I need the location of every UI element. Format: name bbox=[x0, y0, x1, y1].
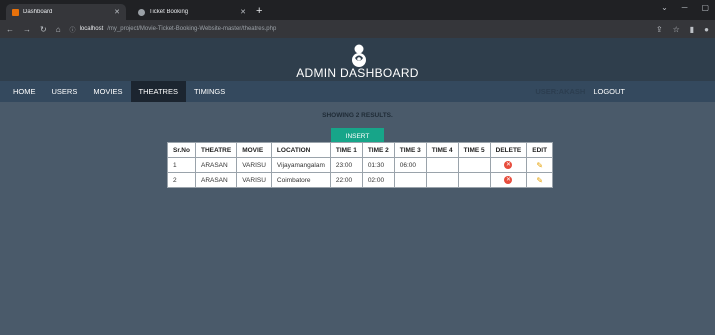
url-path: /my_project/Movie-Ticket-Booking-Website… bbox=[107, 26, 277, 32]
table-row: 1 ARASAN VARISU Vijayamangalam 23:00 01:… bbox=[167, 157, 554, 173]
browser-tab-ticket-booking[interactable]: Ticket Booking ✕ bbox=[132, 4, 252, 20]
cell-movie: VARISU bbox=[236, 172, 272, 188]
nav-user-area: USER:AKASH LOGOUT bbox=[535, 87, 625, 96]
cell-location: Coimbatore bbox=[270, 172, 331, 188]
col-header: DELETE bbox=[489, 142, 528, 158]
table-row: 2 ARASAN VARISU Coimbatore 22:00 02:00 ✕… bbox=[167, 172, 554, 188]
cell-edit: ✎ bbox=[526, 172, 554, 188]
nav-home[interactable]: HOME bbox=[5, 81, 44, 102]
browser-actions: ⇪ ☆ ▮ ● bbox=[656, 25, 709, 34]
edit-pencil-icon[interactable]: ✎ bbox=[536, 176, 543, 185]
browser-tabstrip: Dashboard ✕ Ticket Booking ✕ + ⌄ ─ ▢ bbox=[0, 0, 715, 20]
admin-logo-icon bbox=[352, 44, 366, 67]
cell-srno: 2 bbox=[167, 172, 196, 188]
cell-location: Vijayamangalam bbox=[270, 157, 331, 173]
edit-pencil-icon[interactable]: ✎ bbox=[536, 161, 543, 170]
tab-label: Dashboard bbox=[23, 9, 53, 15]
nav-movies[interactable]: MOVIES bbox=[85, 81, 130, 102]
home-icon[interactable]: ⌂ bbox=[56, 25, 61, 34]
maximize-icon[interactable]: ▢ bbox=[701, 3, 709, 12]
results-count: SHOWING 2 RESULTS. bbox=[322, 112, 393, 119]
col-header: LOCATION bbox=[270, 142, 331, 158]
cell-movie: VARISU bbox=[236, 157, 272, 173]
theatres-table: Sr.No THEATRE MOVIE LOCATION TIME 1 TIME… bbox=[167, 142, 554, 188]
col-header: EDIT bbox=[526, 142, 554, 158]
dashboard-favicon-icon bbox=[12, 8, 19, 16]
reload-icon[interactable]: ↻ bbox=[40, 25, 47, 34]
nav-timings[interactable]: TIMINGS bbox=[186, 81, 233, 102]
logout-link[interactable]: LOGOUT bbox=[593, 87, 625, 96]
delete-icon[interactable]: ✕ bbox=[504, 176, 513, 184]
page: ADMIN DASHBOARD HOME USERS MOVIES THEATR… bbox=[0, 38, 715, 335]
col-header: TIME 2 bbox=[361, 142, 395, 158]
cell-theatre: ARASAN bbox=[194, 172, 238, 188]
col-header: MOVIE bbox=[236, 142, 272, 158]
back-icon[interactable]: ← bbox=[6, 25, 14, 34]
address-bar: ← → ↻ ⌂ ⓘ localhost/my_project/Movie-Tic… bbox=[0, 20, 715, 38]
col-header: TIME 1 bbox=[329, 142, 363, 158]
cell-time5 bbox=[457, 157, 491, 173]
browser-tab-dashboard[interactable]: Dashboard ✕ bbox=[6, 4, 126, 20]
star-icon[interactable]: ☆ bbox=[673, 25, 680, 34]
cell-theatre: ARASAN bbox=[194, 157, 238, 173]
cell-delete: ✕ bbox=[489, 157, 528, 173]
col-header: TIME 5 bbox=[457, 142, 491, 158]
close-icon[interactable]: ✕ bbox=[240, 8, 246, 16]
cell-edit: ✎ bbox=[526, 157, 554, 173]
new-tab-button[interactable]: + bbox=[256, 4, 262, 20]
page-title: ADMIN DASHBOARD bbox=[296, 66, 419, 80]
close-icon[interactable]: ✕ bbox=[114, 8, 120, 16]
table-header-row: Sr.No THEATRE MOVIE LOCATION TIME 1 TIME… bbox=[167, 142, 554, 158]
col-header: THEATRE bbox=[194, 142, 238, 158]
sidebar-icon[interactable]: ▮ bbox=[690, 25, 694, 34]
url-host: localhost bbox=[79, 26, 104, 32]
cell-time3 bbox=[393, 172, 427, 188]
cell-time4 bbox=[425, 157, 459, 173]
tab-label: Ticket Booking bbox=[149, 9, 189, 15]
cell-time2: 02:00 bbox=[361, 172, 395, 188]
cell-time5 bbox=[457, 172, 491, 188]
cell-time2: 01:30 bbox=[361, 157, 395, 173]
cell-delete: ✕ bbox=[489, 172, 528, 188]
current-user: USER:AKASH bbox=[535, 87, 586, 96]
info-icon: ⓘ bbox=[69, 27, 76, 34]
globe-icon bbox=[138, 8, 145, 16]
minimize-icon[interactable]: ─ bbox=[682, 3, 688, 12]
window-controls: ⌄ ─ ▢ bbox=[661, 3, 709, 12]
cell-time1: 22:00 bbox=[329, 172, 363, 188]
col-header: TIME 4 bbox=[425, 142, 459, 158]
profile-icon[interactable]: ● bbox=[704, 25, 709, 34]
nav-users[interactable]: USERS bbox=[44, 81, 86, 102]
delete-icon[interactable]: ✕ bbox=[504, 161, 513, 169]
cell-time3: 06:00 bbox=[393, 157, 427, 173]
chevron-down-icon[interactable]: ⌄ bbox=[661, 3, 668, 12]
col-header: Sr.No bbox=[167, 142, 196, 158]
header: ADMIN DASHBOARD bbox=[0, 38, 715, 81]
cell-srno: 1 bbox=[167, 157, 196, 173]
share-icon[interactable]: ⇪ bbox=[656, 25, 663, 34]
forward-icon[interactable]: → bbox=[23, 25, 31, 34]
nav-theatres[interactable]: THEATRES bbox=[130, 81, 186, 102]
cell-time1: 23:00 bbox=[329, 157, 363, 173]
main-nav: HOME USERS MOVIES THEATRES TIMINGS USER:… bbox=[0, 81, 715, 102]
url-field[interactable]: ⓘ localhost/my_project/Movie-Ticket-Book… bbox=[70, 25, 277, 34]
cell-time4 bbox=[425, 172, 459, 188]
col-header: TIME 3 bbox=[393, 142, 427, 158]
